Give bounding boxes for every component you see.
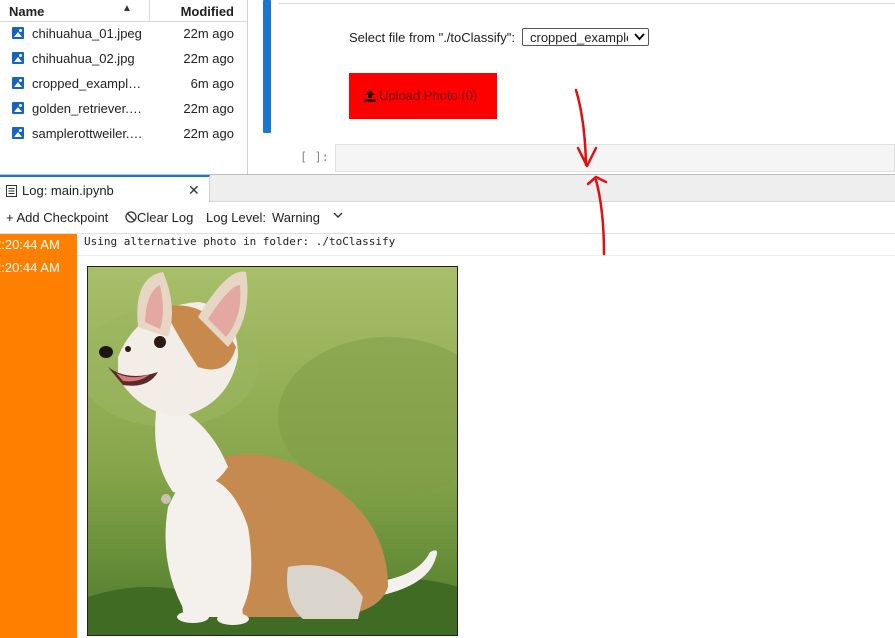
add-checkpoint-button[interactable]: + Add Checkpoint <box>6 210 108 225</box>
log-level-label: Log Level: <box>206 210 266 225</box>
log-level-select[interactable]: Warning <box>272 210 320 225</box>
file-name: golden_retriever.jpg <box>32 101 144 116</box>
log-row-divider <box>77 255 895 256</box>
chevron-down-icon <box>634 33 645 41</box>
log-output: 2:20:44 AM 2:20:44 AM Using alternative … <box>0 234 895 638</box>
select-file-label: Select file from "./toClassify": <box>349 30 515 45</box>
file-name: chihuahua_01.jpeg <box>32 26 142 41</box>
image-file-icon <box>12 27 24 39</box>
dog-photo <box>87 266 458 636</box>
cell-divider <box>278 3 895 4</box>
file-row[interactable]: samplerottweiler.jpg 22m ago <box>0 123 247 148</box>
clear-log-label: Clear Log <box>137 210 194 225</box>
log-message: Using alternative photo in folder: ./toC… <box>84 235 396 248</box>
upload-photo-button[interactable]: Upload Photo (0) <box>349 73 497 119</box>
image-file-icon <box>12 127 24 139</box>
close-icon[interactable]: ✕ <box>188 182 200 199</box>
log-toolbar: + Add Checkpoint Clear Log Log Level: Wa… <box>0 202 895 234</box>
clear-log-button[interactable]: Clear Log <box>125 210 193 225</box>
tab-label: Log: main.ipynb <box>22 183 114 198</box>
log-timestamp: 2:20:44 AM <box>0 237 60 252</box>
file-modified: 22m ago <box>183 101 234 116</box>
file-row[interactable]: cropped_example.jpg 6m ago <box>0 73 247 98</box>
chevron-down-icon[interactable] <box>333 211 343 219</box>
chihuahua-image <box>88 267 457 635</box>
file-row[interactable]: chihuahua_01.jpeg 22m ago <box>0 23 247 48</box>
file-name: cropped_example.jpg <box>32 76 144 91</box>
image-file-icon <box>12 52 24 64</box>
log-tab-bar: Log: main.ipynb ✕ <box>0 174 895 203</box>
name-column-header[interactable]: Name <box>9 4 44 19</box>
jupyterlab-window: Name ▲ Modified chihuahua_01.jpeg 22m ag… <box>0 0 895 638</box>
annotation-arrows <box>574 88 608 256</box>
file-name: samplerottweiler.jpg <box>32 126 144 141</box>
active-cell-indicator[interactable] <box>263 0 271 133</box>
selected-file-value: cropped_example.jpg <box>530 30 628 45</box>
log-icon <box>6 185 17 197</box>
file-select-dropdown[interactable]: cropped_example.jpg <box>522 28 649 46</box>
file-modified: 22m ago <box>183 126 234 141</box>
file-modified: 6m ago <box>190 76 234 91</box>
upload-icon <box>364 90 376 102</box>
column-divider[interactable] <box>149 0 150 22</box>
sort-asc-icon[interactable]: ▲ <box>122 3 132 14</box>
tab-log-main[interactable]: Log: main.ipynb ✕ <box>0 175 210 203</box>
log-timestamp: 2:20:44 AM <box>0 260 60 275</box>
add-checkpoint-label: Add Checkpoint <box>16 210 109 225</box>
file-row[interactable]: golden_retriever.jpg 22m ago <box>0 98 247 123</box>
file-browser: Name ▲ Modified chihuahua_01.jpeg 22m ag… <box>0 0 248 174</box>
cell-prompt: [ ]: <box>300 150 329 164</box>
image-file-icon <box>12 77 24 89</box>
plus-icon: + <box>6 210 14 225</box>
file-modified: 22m ago <box>183 51 234 66</box>
file-modified: 22m ago <box>183 26 234 41</box>
timestamp-column: 2:20:44 AM 2:20:44 AM <box>0 234 77 638</box>
file-name: chihuahua_02.jpg <box>32 51 135 66</box>
upload-button-label: Upload Photo (0) <box>379 88 478 103</box>
clear-icon <box>125 211 137 223</box>
image-file-icon <box>12 102 24 114</box>
file-browser-header: Name ▲ Modified <box>0 0 247 22</box>
modified-column-header[interactable]: Modified <box>181 4 234 19</box>
file-row[interactable]: chihuahua_02.jpg 22m ago <box>0 48 247 73</box>
